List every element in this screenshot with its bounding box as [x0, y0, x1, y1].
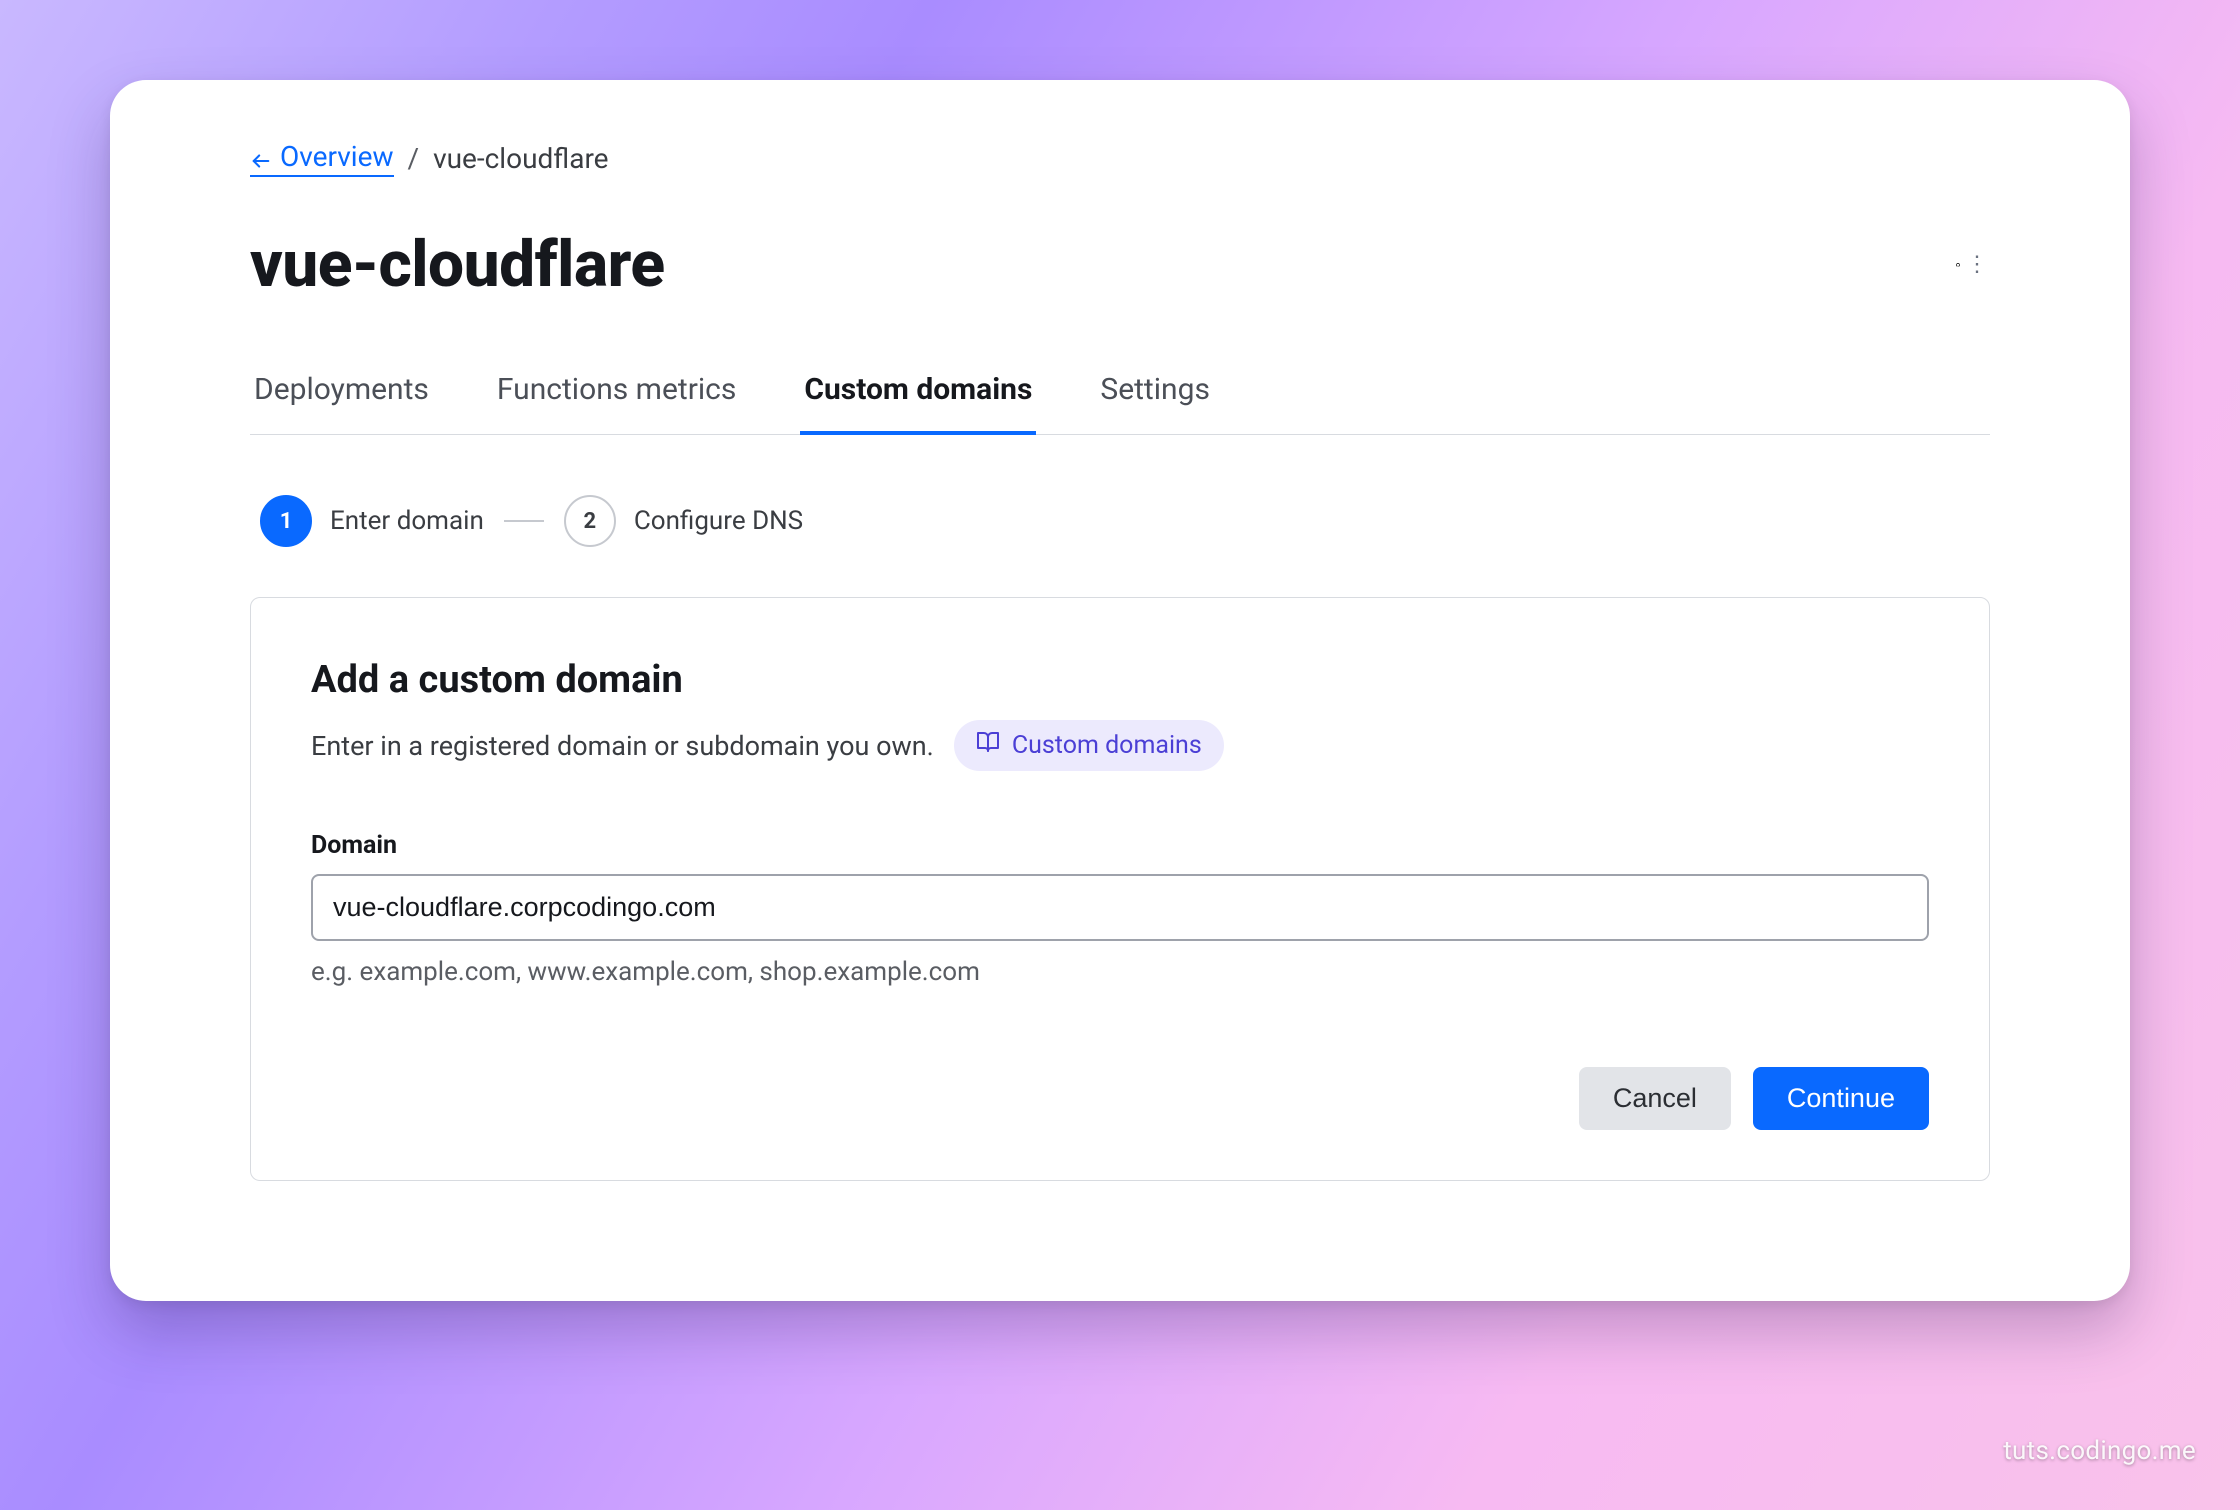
stepper: 1 Enter domain 2 Configure DNS — [250, 495, 1990, 547]
step-enter-domain: 1 Enter domain — [260, 495, 484, 547]
step-number: 1 — [260, 495, 312, 547]
breadcrumb: Overview / vue-cloudflare — [250, 140, 1990, 177]
tab-custom-domains[interactable]: Custom domains — [800, 372, 1036, 435]
breadcrumb-current: vue-cloudflare — [433, 142, 608, 175]
panel-subtitle-row: Enter in a registered domain or subdomai… — [311, 720, 1929, 771]
kebab-icon: ⋮ — [1966, 252, 1990, 277]
step-label: Configure DNS — [634, 506, 803, 536]
step-number: 2 — [564, 495, 616, 547]
tab-functions-metrics[interactable]: Functions metrics — [493, 372, 740, 434]
watermark: tuts.codingo.me — [2003, 1436, 2196, 1466]
domain-hint: e.g. example.com, www.example.com, shop.… — [311, 957, 1929, 987]
continue-button[interactable]: Continue — [1753, 1067, 1929, 1130]
breadcrumb-back-label: Overview — [280, 140, 394, 173]
docs-pill[interactable]: Custom domains — [954, 720, 1224, 771]
title-row: vue-cloudflare ⋮ — [250, 227, 1990, 302]
add-domain-panel: Add a custom domain Enter in a registere… — [250, 597, 1990, 1181]
panel-actions: Cancel Continue — [311, 1067, 1929, 1130]
step-connector — [504, 520, 544, 522]
cancel-button[interactable]: Cancel — [1579, 1067, 1731, 1130]
tab-settings[interactable]: Settings — [1096, 372, 1214, 434]
page-card: Overview / vue-cloudflare vue-cloudflare… — [110, 80, 2130, 1301]
breadcrumb-separator: / — [404, 142, 424, 175]
page-title: vue-cloudflare — [250, 227, 665, 302]
arrow-left-icon — [250, 146, 272, 168]
tabs: Deployments Functions metrics Custom dom… — [250, 372, 1990, 435]
panel-subtitle: Enter in a registered domain or subdomai… — [311, 730, 934, 762]
step-label: Enter domain — [330, 506, 484, 536]
book-icon — [976, 730, 1000, 761]
panel-title: Add a custom domain — [311, 658, 1929, 702]
tab-deployments[interactable]: Deployments — [250, 372, 433, 434]
domain-input[interactable] — [311, 874, 1929, 941]
step-configure-dns: 2 Configure DNS — [564, 495, 803, 547]
domain-field-label: Domain — [311, 831, 1929, 860]
github-icon[interactable]: ⋮ — [1956, 248, 1990, 282]
breadcrumb-back-link[interactable]: Overview — [250, 140, 394, 177]
docs-pill-label: Custom domains — [1012, 731, 1202, 760]
